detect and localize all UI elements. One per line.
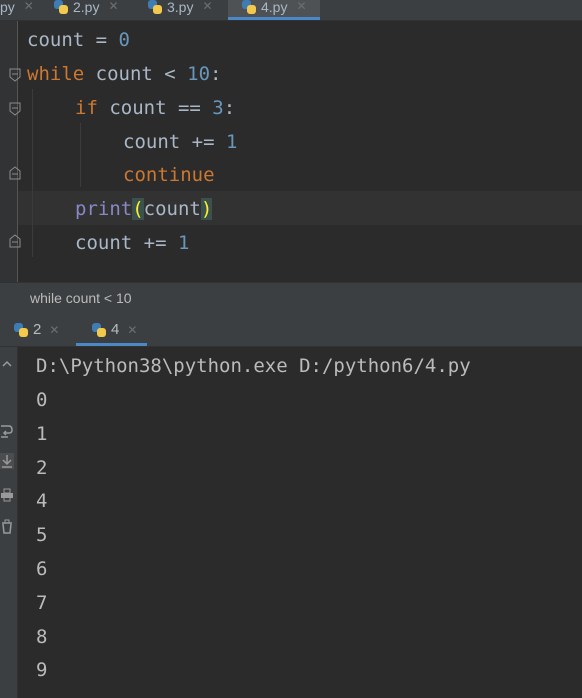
close-icon[interactable]: ✕ (296, 0, 306, 13)
run-tab-label: 4 (111, 321, 120, 338)
code-token: ) (200, 198, 213, 220)
scroll-up-icon[interactable] (0, 357, 14, 373)
code-token: count (143, 198, 201, 220)
code-token: 0 (118, 29, 130, 51)
console-output-line: 4 (36, 490, 48, 512)
python-file-icon (146, 0, 162, 14)
soft-wrap-icon[interactable] (0, 423, 14, 439)
code-token: ( (132, 198, 144, 220)
code-editor[interactable]: count = 0 while count < 10: if count == … (0, 21, 582, 282)
print-icon[interactable] (0, 487, 14, 503)
code-token: if (75, 97, 98, 119)
scroll-to-end-icon[interactable] (0, 453, 14, 469)
console-toolbar (0, 347, 18, 698)
close-icon[interactable]: ✕ (24, 0, 34, 13)
python-file-icon (240, 0, 256, 14)
code-token: : (210, 63, 222, 85)
fold-close-icon[interactable] (9, 166, 21, 180)
code-line-3[interactable]: if count == 3: (75, 91, 235, 125)
breadcrumb[interactable]: while count < 10 (0, 282, 582, 315)
console-output-line: 5 (36, 524, 48, 546)
code-token: count (27, 29, 85, 51)
console-output-line: 8 (36, 626, 48, 648)
close-icon[interactable]: ✕ (108, 0, 118, 13)
python-file-icon (52, 0, 68, 14)
fold-close-icon[interactable] (9, 234, 21, 248)
code-line-4[interactable]: count += 1 (123, 125, 237, 159)
code-line-5[interactable]: continue (123, 158, 215, 192)
fold-open-icon[interactable] (9, 102, 21, 116)
console-output-line: 2 (36, 457, 48, 479)
breadcrumb-item[interactable]: while count < 10 (30, 283, 132, 314)
close-icon[interactable]: ✕ (49, 314, 59, 346)
code-token: while (27, 63, 85, 85)
python-run-icon (12, 323, 28, 337)
tab-label: 2.py (73, 0, 100, 15)
console-command-line: D:\Python38\python.exe D:/python6/4.py (36, 355, 471, 377)
console-output-line: 0 (36, 389, 48, 411)
code-token: count < (84, 63, 188, 85)
code-line-6[interactable]: print(count) (75, 192, 213, 226)
console-output-line: 6 (36, 558, 48, 580)
code-token: 10 (187, 63, 211, 85)
code-token: 3 (212, 97, 224, 119)
run-tab-label: 2 (33, 321, 42, 338)
run-tab-4[interactable]: 4 ✕ (75, 314, 148, 346)
python-run-icon (90, 323, 106, 337)
tab-label: 3.py (167, 0, 194, 15)
code-token: = (84, 29, 119, 51)
code-token: 1 (225, 131, 238, 153)
editor-tab-bar: py ✕ 2.py ✕ 3.py ✕ 4.py ✕ (0, 0, 582, 21)
code-token: count == (97, 97, 213, 119)
tab-4-py[interactable]: 4.py ✕ (228, 0, 320, 20)
console-output-line: 1 (36, 423, 48, 445)
code-token: count += (75, 232, 178, 254)
tab-2-py[interactable]: 2.py ✕ (52, 0, 119, 20)
code-line-1[interactable]: count = 0 (27, 23, 130, 57)
run-tab-bar: 2 ✕ 4 ✕ (0, 314, 582, 347)
console-output-line: 7 (36, 592, 48, 614)
code-token: count += (123, 131, 226, 153)
tab-label: 4.py (261, 0, 288, 15)
fold-open-icon[interactable] (9, 68, 21, 82)
close-icon[interactable]: ✕ (202, 0, 212, 13)
trash-icon[interactable] (0, 519, 14, 535)
close-icon[interactable]: ✕ (127, 314, 137, 346)
code-token: print (75, 198, 133, 220)
tab-3-py[interactable]: 3.py ✕ (146, 0, 213, 20)
code-token: : (223, 97, 236, 119)
code-line-7[interactable]: count += 1 (75, 226, 189, 260)
console-output-line: 9 (36, 659, 48, 681)
editor-gutter (0, 21, 21, 282)
run-console[interactable]: D:\Python38\python.exe D:/python6/4.py 0… (0, 347, 582, 698)
code-line-2[interactable]: while count < 10: (27, 57, 222, 91)
code-token: 1 (177, 232, 190, 254)
indent-guide (32, 89, 33, 257)
tab-label: py (0, 0, 15, 15)
code-token: continue (123, 164, 215, 186)
run-tab-2[interactable]: 2 ✕ (12, 314, 59, 346)
tab-1-py[interactable]: py ✕ (0, 0, 34, 20)
indent-guide (80, 123, 81, 187)
